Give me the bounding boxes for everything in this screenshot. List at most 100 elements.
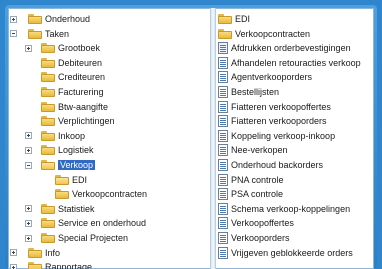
printer-icon bbox=[218, 42, 228, 55]
tree-item[interactable]: Verplichtingen bbox=[41, 114, 115, 128]
document-icon bbox=[218, 100, 228, 113]
document-icon bbox=[218, 159, 228, 171]
tree-item[interactable]: Special Projecten bbox=[41, 231, 128, 245]
folder-icon bbox=[41, 130, 55, 141]
document-icon bbox=[218, 115, 228, 128]
list-item[interactable]: Afhandelen retouracties verkoop bbox=[218, 56, 361, 70]
list-item[interactable]: EDI bbox=[218, 12, 250, 26]
document-icon bbox=[218, 56, 228, 69]
open-folder-icon bbox=[41, 160, 55, 170]
list-item-label: EDI bbox=[235, 14, 251, 24]
expand-toggle[interactable] bbox=[25, 44, 32, 52]
expand-toggle[interactable] bbox=[10, 263, 17, 269]
tree-item[interactable]: Service en onderhoud bbox=[41, 216, 146, 230]
expand-toggle[interactable] bbox=[25, 132, 32, 140]
list-item[interactable]: Nee-verkopen bbox=[218, 143, 288, 157]
folder-icon bbox=[218, 28, 232, 39]
tree-view[interactable]: Onderhoud Taken Grootboek Debiteuren Credite… bbox=[8, 8, 210, 269]
document-icon bbox=[218, 129, 228, 142]
tree-item[interactable]: Debiteuren bbox=[41, 56, 102, 70]
tree-item[interactable]: Info bbox=[28, 246, 60, 260]
tree-item[interactable]: Logistiek bbox=[41, 143, 94, 157]
list-item[interactable]: Verkoopoffertes bbox=[218, 216, 294, 230]
tree-item[interactable]: Grootboek bbox=[41, 41, 100, 55]
tree-item-label: Verkoop bbox=[58, 160, 96, 170]
document-icon bbox=[218, 246, 228, 259]
tree-item-label: Logistiek bbox=[58, 145, 94, 156]
tree-item[interactable]: Rapportage bbox=[28, 260, 92, 269]
list-item[interactable]: Vrijgeven geblokkeerde orders bbox=[218, 246, 353, 260]
explorer-panel: Onderhoud Taken Grootboek Debiteuren Credite… bbox=[8, 8, 374, 269]
list-item[interactable]: Fiatteren verkooporders bbox=[218, 114, 327, 128]
tree-item[interactable]: Verkoop bbox=[41, 158, 96, 172]
expand-toggle[interactable] bbox=[25, 146, 32, 154]
folder-icon bbox=[41, 218, 55, 229]
list-item-label: Agentverkooporders bbox=[231, 72, 313, 83]
folder-icon bbox=[41, 233, 55, 243]
tree-item[interactable]: Onderhoud bbox=[28, 12, 90, 26]
folder-icon bbox=[28, 14, 42, 24]
expand-toggle[interactable] bbox=[25, 219, 32, 227]
list-item[interactable]: PNA controle bbox=[218, 173, 284, 187]
folder-icon bbox=[41, 145, 55, 156]
list-item[interactable]: Fiatteren verkoopoffertes bbox=[218, 100, 331, 114]
tree-item[interactable]: EDI bbox=[55, 173, 87, 187]
expand-toggle[interactable] bbox=[25, 234, 32, 242]
folder-icon bbox=[41, 116, 55, 127]
tree-item-label: Btw-aangifte bbox=[58, 101, 109, 112]
folder-icon bbox=[41, 72, 55, 83]
folder-icon bbox=[41, 43, 55, 54]
document-icon bbox=[218, 144, 228, 157]
list-item[interactable]: Schema verkoop-koppelingen bbox=[218, 202, 350, 216]
tree-item-label: Service en onderhoud bbox=[58, 218, 147, 229]
document-icon bbox=[218, 188, 228, 201]
tree-item[interactable]: Crediteuren bbox=[41, 70, 105, 84]
list-item[interactable]: PSA controle bbox=[218, 187, 283, 201]
list-item[interactable]: Verkooporders bbox=[218, 231, 290, 245]
tree-item-label: Rapportage bbox=[45, 262, 93, 269]
list-item[interactable]: Bestellijsten bbox=[218, 85, 279, 99]
list-item-label: Vrijgeven geblokkeerde orders bbox=[231, 247, 353, 258]
tree-item-label: Onderhoud bbox=[45, 14, 91, 24]
folder-icon bbox=[41, 101, 55, 112]
tree-item[interactable]: Inkoop bbox=[41, 129, 85, 143]
collapse-toggle[interactable] bbox=[25, 161, 32, 169]
tree-item-label: Verkoopcontracten bbox=[72, 189, 148, 200]
tree-item[interactable]: Facturering bbox=[41, 85, 104, 99]
list-item[interactable]: Koppeling verkoop-inkoop bbox=[218, 129, 335, 143]
list-item-label: Fiatteren verkoopoffertes bbox=[231, 101, 331, 112]
tree-item[interactable]: Verkoopcontracten bbox=[55, 187, 147, 201]
tree-item-label: Debiteuren bbox=[58, 57, 103, 68]
tree-item[interactable]: Taken bbox=[28, 27, 69, 41]
tree-item-label: Statistiek bbox=[58, 203, 95, 214]
list-item[interactable]: Afdrukken orderbevestigingen bbox=[218, 41, 351, 55]
document-icon bbox=[218, 217, 228, 230]
tree-item-label: Info bbox=[45, 247, 61, 258]
tree-item-label: Verplichtingen bbox=[58, 116, 115, 127]
expand-toggle[interactable] bbox=[10, 249, 17, 257]
list-item-label: Koppeling verkoop-inkoop bbox=[231, 130, 336, 141]
tree-item[interactable]: Btw-aangifte bbox=[41, 100, 108, 114]
list-item-label: PSA controle bbox=[231, 189, 284, 200]
window-frame: Onderhoud Taken Grootboek Debiteuren Credite… bbox=[5, 5, 377, 269]
item-list[interactable]: EDI Verkoopcontracten Afdrukken orderbeves… bbox=[216, 8, 374, 269]
document-icon bbox=[218, 86, 228, 98]
list-item[interactable]: Agentverkooporders bbox=[218, 70, 312, 84]
list-item-label: Schema verkoop-koppelingen bbox=[231, 203, 351, 214]
list-item[interactable]: Onderhoud backorders bbox=[218, 158, 323, 172]
folder-icon bbox=[28, 28, 42, 39]
folder-icon bbox=[41, 87, 55, 97]
expand-toggle[interactable] bbox=[25, 205, 32, 213]
collapse-toggle[interactable] bbox=[10, 30, 17, 38]
folder-icon bbox=[41, 57, 55, 68]
list-item[interactable]: Verkoopcontracten bbox=[218, 27, 310, 41]
list-item-label: Bestellijsten bbox=[231, 87, 280, 97]
expand-toggle[interactable] bbox=[10, 15, 17, 23]
tree-item-label: Crediteuren bbox=[58, 72, 106, 83]
tree-item[interactable]: Statistiek bbox=[41, 202, 95, 216]
tree-item-label: Inkoop bbox=[58, 130, 86, 141]
list-item-label: Verkoopcontracten bbox=[235, 28, 311, 39]
list-item-label: Afhandelen retouracties verkoop bbox=[231, 57, 361, 68]
list-item-label: Verkooporders bbox=[231, 233, 290, 243]
folder-icon bbox=[28, 247, 42, 258]
